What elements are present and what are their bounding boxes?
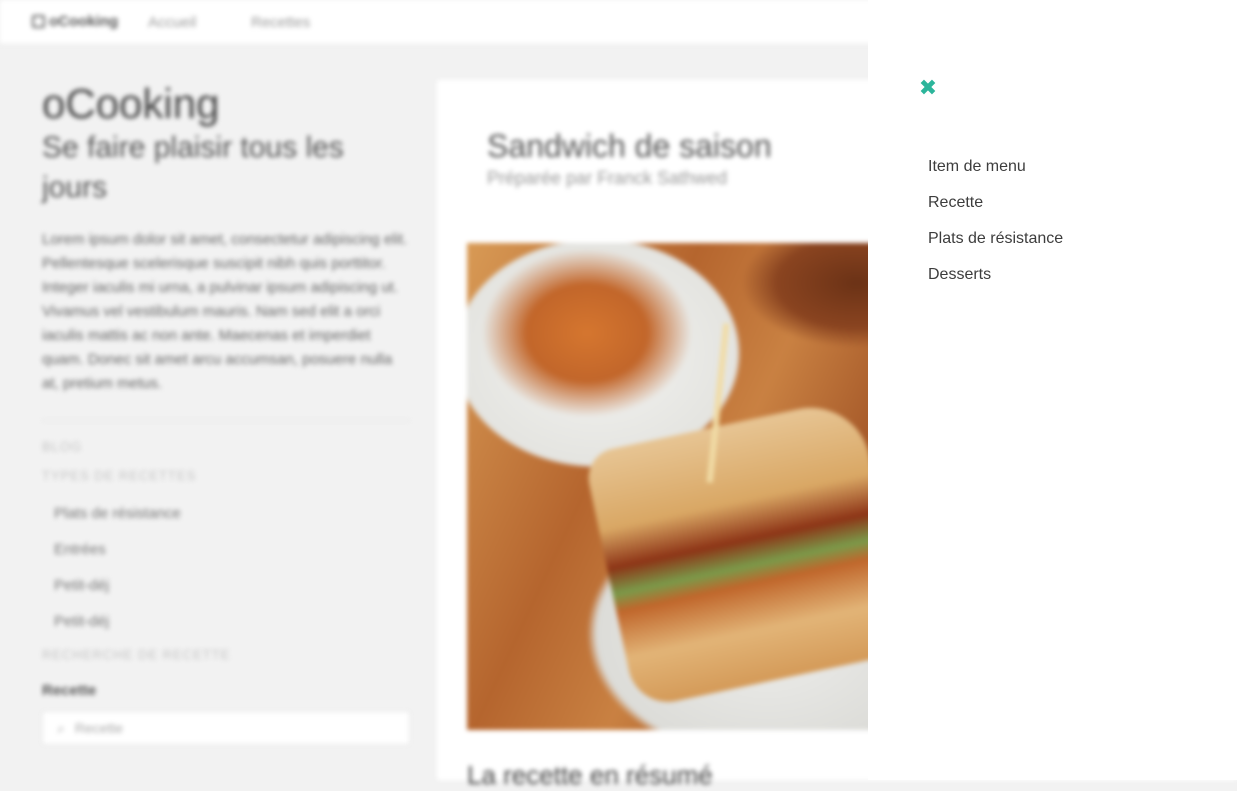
menu-link-recette[interactable]: Recette	[928, 191, 983, 215]
intro-text: Lorem ipsum dolor sit amet, consectetur …	[42, 231, 408, 392]
category-list: Plats de résistance Entrées Petit-déj Pe…	[42, 503, 410, 647]
category-item[interactable]: Petit-déj	[54, 575, 410, 611]
menu-link-plats-de-resistance[interactable]: Plats de résistance	[928, 227, 1063, 251]
menu-drawer: ✖ Item de menu Recette Plats de résistan…	[868, 0, 1237, 780]
category-item[interactable]: Plats de résistance	[54, 503, 410, 539]
nav-link-accueil[interactable]: Accueil	[148, 14, 196, 31]
site-tagline: Se faire plaisir tous les jours	[42, 131, 344, 204]
category-item[interactable]: Petit-déj	[54, 611, 410, 647]
recipe-types-label: TYPES DE RECETTES	[42, 468, 197, 483]
menu-link-desserts[interactable]: Desserts	[928, 263, 991, 287]
drawer-menu-item: Recette	[928, 191, 1063, 227]
nav-link-recettes[interactable]: Recettes	[251, 14, 310, 31]
search-input[interactable]: ⌕ Recette	[42, 711, 410, 745]
divider	[42, 420, 410, 421]
drawer-menu-item: Item de menu	[928, 155, 1063, 191]
search-label: Recette	[42, 682, 97, 699]
logo-icon	[32, 15, 45, 28]
sidebar: oCooking Se faire plaisir tous les jours…	[42, 80, 410, 745]
brand-logo[interactable]: oCooking	[32, 13, 118, 30]
brand-name: oCooking	[49, 13, 119, 30]
sandwich-shape	[583, 396, 907, 710]
recipe-author: Préparée par Franck Sathwed	[487, 168, 728, 188]
drawer-menu-item: Desserts	[928, 263, 1063, 299]
site-title: oCooking	[42, 80, 220, 127]
search-section-label: RECHERCHE DE RECETTE	[42, 647, 231, 662]
blog-label[interactable]: BLOG	[42, 439, 410, 454]
search-icon: ⌕	[57, 719, 65, 736]
search-placeholder: Recette	[74, 720, 124, 736]
recipe-photo	[467, 243, 907, 730]
recipe-title: Sandwich de saison	[487, 128, 772, 164]
close-icon[interactable]: ✖	[917, 75, 939, 100]
drawer-menu-item: Plats de résistance	[928, 227, 1063, 263]
menu-link-item-de-menu[interactable]: Item de menu	[928, 155, 1026, 179]
summary-heading: La recette en résumé	[467, 760, 713, 790]
drawer-menu-list: Item de menu Recette Plats de résistance…	[928, 155, 1063, 299]
category-item[interactable]: Entrées	[54, 539, 410, 575]
